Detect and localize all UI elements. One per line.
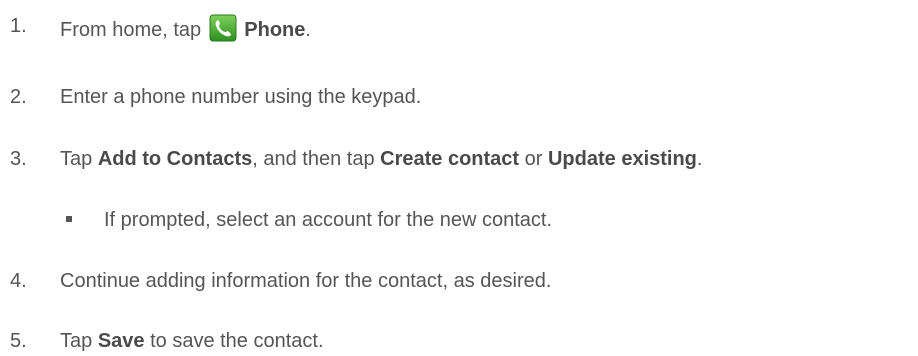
step-number: 3. [10, 148, 27, 170]
bullet-icon [66, 216, 72, 222]
bullet-text: If prompted, select an account for the n… [104, 209, 553, 231]
step-number: 1. [10, 15, 27, 37]
phone-app-icon [209, 14, 237, 42]
step-text-part: or [519, 148, 548, 170]
step-text: Tap Add to Contacts, and then tap Create… [60, 147, 702, 171]
step-text-part: . [305, 19, 311, 41]
step-number: 5. [10, 330, 27, 352]
step-number: 2. [10, 86, 27, 108]
step-text-part: Tap [60, 330, 98, 352]
step-bold-text: Save [97, 330, 145, 352]
step-bold-text: Create contact [380, 148, 520, 170]
step-text-part: , and then tap [252, 148, 381, 170]
step-text-part: From home, tap [60, 19, 207, 41]
step-text: Continue adding information for the cont… [60, 270, 552, 292]
step-bold-text: Add to Contacts [97, 148, 253, 170]
step-text-part: Tap [60, 148, 98, 170]
step-bold-text: Phone [244, 19, 306, 41]
step-text-part: . [696, 148, 703, 170]
step-number: 4. [10, 270, 27, 292]
step-text: Enter a phone number using the keypad. [60, 86, 422, 108]
step-text: Tap Save to save the contact. [60, 329, 324, 353]
step-text-part: to save the contact. [144, 330, 324, 352]
step-text: From home, tap Phone. [60, 14, 311, 42]
step-bold-text: Update existing [547, 148, 697, 170]
